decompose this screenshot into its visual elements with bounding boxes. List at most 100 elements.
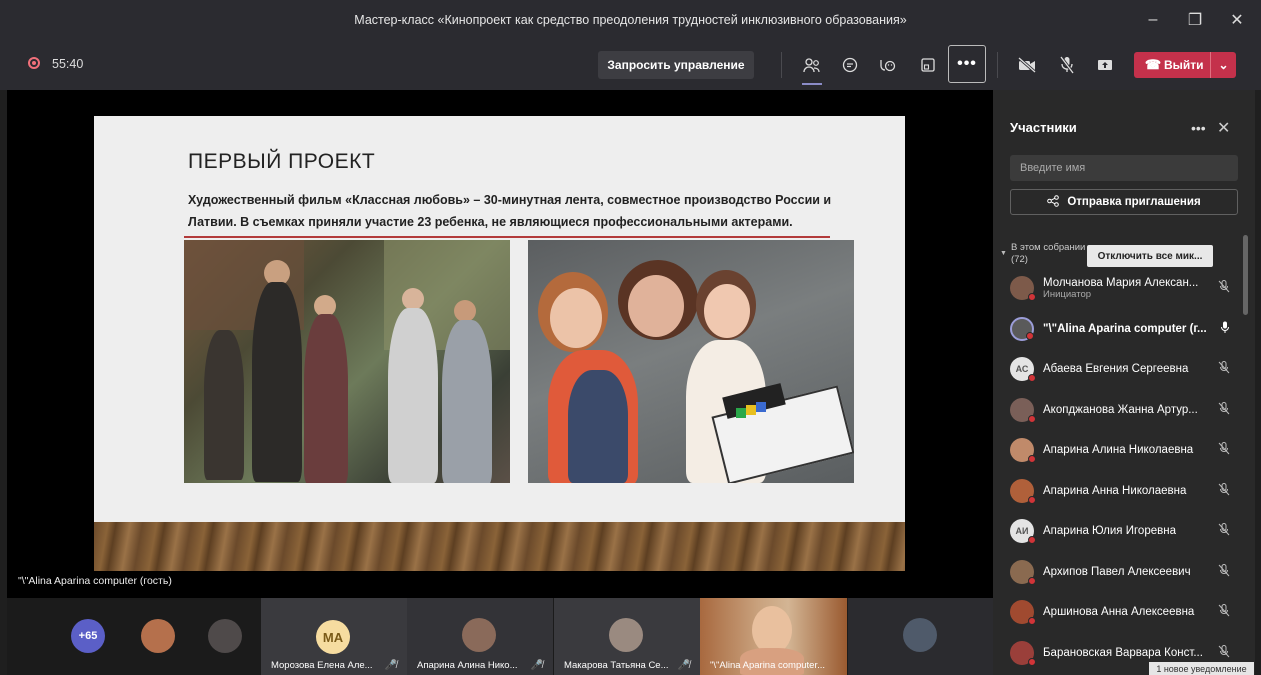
cast-photo <box>528 240 854 483</box>
request-control-button[interactable]: Запросить управление <box>598 51 754 79</box>
panel-close-icon[interactable]: ✕ <box>1217 118 1230 138</box>
mic-off-icon <box>1218 280 1230 296</box>
group-label[interactable]: В этом собрании (72) <box>1011 242 1085 266</box>
participant-text: Апарина Юлия Игоревна <box>1043 525 1207 537</box>
close-icon[interactable]: ✕ <box>1229 10 1245 30</box>
panel-more-icon[interactable]: ••• <box>1191 120 1206 136</box>
more-actions-button[interactable]: ••• <box>948 45 986 83</box>
mute-all-button[interactable]: Отключить все мик... <box>1087 245 1213 267</box>
leave-label: Выйти <box>1164 58 1204 72</box>
participant-text: Апарина Алина Николаевна <box>1043 444 1207 456</box>
video-tile[interactable]: Макарова Татьяна Се... 🎤̸ <box>554 598 700 675</box>
mic-off-icon <box>1218 563 1230 580</box>
mic-on-icon <box>1220 321 1230 337</box>
wood-floor-decoration <box>94 522 905 571</box>
participant-name: Акопджанова Жанна Артур... <box>1043 403 1198 416</box>
notification-toast[interactable]: 1 новое уведомление <box>1149 662 1254 675</box>
mic-off-icon <box>1218 401 1230 418</box>
participant-name: Апарина Юлия Игоревна <box>1043 525 1176 537</box>
share-screen-icon[interactable] <box>1092 52 1118 78</box>
avatar <box>1010 559 1036 585</box>
panel-scrollbar[interactable] <box>1243 235 1248 315</box>
send-invite-button[interactable]: Отправка приглашения <box>1010 189 1238 215</box>
participant-row[interactable]: Молчанова Мария Алексан... Инициатор <box>1010 270 1240 306</box>
participant-row[interactable]: АИ Апарина Юлия Игоревна <box>1010 513 1240 549</box>
overflow-count-badge[interactable]: +65 <box>71 619 105 653</box>
participant-avatar <box>903 618 937 652</box>
participant-row[interactable]: Апарина Анна Николаевна <box>1010 473 1240 509</box>
rooms-icon[interactable] <box>915 52 941 78</box>
status-dot <box>1026 331 1034 340</box>
participant-text: Молчанова Мария Алексан... Инициатор <box>1043 277 1207 300</box>
participant-row[interactable]: Аршинова Анна Алексеевна <box>1010 594 1240 630</box>
participant-row[interactable]: Апарина Алина Николаевна <box>1010 432 1240 468</box>
avatar: АС <box>1010 357 1036 382</box>
status-dot <box>1028 617 1036 625</box>
reactions-icon[interactable] <box>874 52 900 78</box>
participants-icon[interactable] <box>799 52 825 85</box>
leave-button[interactable]: ☎ Выйти ⌄ <box>1134 52 1236 78</box>
avatar <box>1010 316 1034 341</box>
collapse-caret-icon[interactable]: ▼ <box>1000 250 1007 257</box>
video-tile[interactable]: Апарина Алина Нико... 🎤̸ <box>407 598 553 675</box>
teams-meeting-window: Мастер-класс «Кинопроект как средство пр… <box>0 0 1261 675</box>
avatar <box>1010 478 1036 504</box>
status-dot <box>1028 455 1036 463</box>
panel-title: Участники <box>1010 120 1077 135</box>
status-dot <box>1028 495 1036 504</box>
minimize-icon[interactable]: – <box>1145 11 1161 29</box>
slide-title: ПЕРВЫЙ ПРОЕКТ <box>188 150 376 173</box>
window-title: Мастер-класс «Кинопроект как средство пр… <box>354 13 907 27</box>
tile-name: Апарина Алина Нико... <box>417 660 518 671</box>
participant-name: Аршинова Анна Алексеевна <box>1043 606 1195 618</box>
participant-name: Молчанова Мария Алексан... <box>1043 276 1199 289</box>
status-dot <box>1028 293 1036 301</box>
avatar <box>1010 640 1036 666</box>
status-dot <box>1028 576 1036 585</box>
presentation-slide: ПЕРВЫЙ ПРОЕКТ Художественный фильм «Клас… <box>94 116 905 571</box>
avatar <box>1010 600 1036 625</box>
participant-avatar <box>609 618 643 652</box>
video-tile[interactable] <box>848 598 993 675</box>
participant-text: Абаева Евгения Сергеевна <box>1043 363 1207 375</box>
status-dot <box>1028 414 1036 423</box>
share-icon <box>1047 194 1060 210</box>
participant-text: Архипов Павел Алексеевич <box>1043 566 1207 578</box>
participant-search-input[interactable]: Введите имя <box>1010 155 1238 181</box>
participant-text: Апарина Анна Николаевна <box>1043 485 1207 497</box>
recording-icon <box>28 57 40 69</box>
camera-off-icon[interactable] <box>1014 52 1040 78</box>
chevron-down-icon[interactable]: ⌄ <box>1210 52 1236 78</box>
tile-name: Макарова Татьяна Се... <box>564 660 669 671</box>
participant-name: Абаева Евгения Сергеевна <box>1043 363 1189 375</box>
participant-row[interactable]: АС Абаева Евгения Сергеевна <box>1010 351 1240 387</box>
phone-hangup-icon: ☎ <box>1144 57 1162 72</box>
toolbar-divider <box>781 52 782 78</box>
participant-text: Акопджанова Жанна Артур... <box>1043 404 1207 416</box>
toolbar-divider <box>997 52 998 78</box>
mic-off-icon[interactable] <box>1054 52 1080 78</box>
participant-avatar[interactable] <box>141 619 175 653</box>
avatar-initials: МА <box>316 620 350 654</box>
mic-off-icon: 🎤̸ <box>677 660 690 671</box>
mic-off-icon <box>1218 644 1230 661</box>
participant-text: "\"Alina Aparina computer (г... <box>1043 323 1207 335</box>
participant-avatar[interactable] <box>208 619 242 653</box>
film-set-photo <box>184 240 510 483</box>
avatar <box>1010 438 1036 463</box>
slide-divider <box>184 236 830 238</box>
invite-label: Отправка приглашения <box>1067 196 1201 208</box>
participant-text: Аршинова Анна Алексеевна <box>1043 606 1207 618</box>
participant-row[interactable]: "\"Alina Aparina computer (г... <box>1010 311 1240 347</box>
video-tile[interactable]: МА Морозова Елена Але... 🎤̸ <box>261 598 407 675</box>
mic-off-icon <box>1218 482 1230 499</box>
chat-icon[interactable] <box>837 52 863 78</box>
participant-row[interactable]: Архипов Павел Алексеевич <box>1010 554 1240 590</box>
mic-off-icon <box>1218 442 1230 458</box>
active-video-tile[interactable]: "\"Alina Aparina computer... <box>700 598 847 675</box>
participant-row[interactable]: Акопджанова Жанна Артур... <box>1010 392 1240 428</box>
mic-off-icon <box>1218 604 1230 620</box>
slide-text: Художественный фильм «Классная любовь» –… <box>188 193 832 229</box>
status-dot <box>1028 374 1036 382</box>
maximize-icon[interactable]: ❐ <box>1187 10 1203 30</box>
